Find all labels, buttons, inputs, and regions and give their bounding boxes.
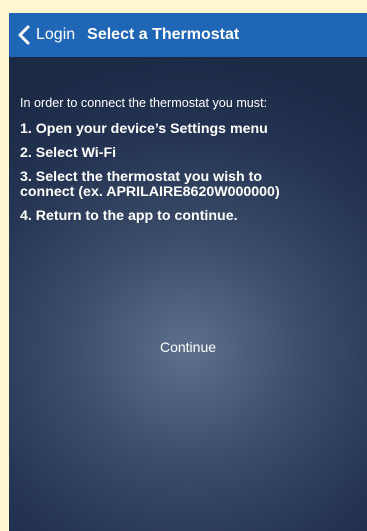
app-screen: Login Select a Thermostat In order to co…	[9, 0, 367, 531]
instruction-step-3: 3. Select the thermostat you wish to con…	[20, 169, 280, 200]
instruction-step-2: 2. Select Wi-Fi	[20, 145, 117, 161]
navigation-bar: Login Select a Thermostat	[9, 13, 367, 57]
instruction-steps: 1. Open your device’s Settings menu 2. S…	[20, 122, 367, 233]
back-button[interactable]: Login	[9, 13, 81, 57]
instruction-step-4: 4. Return to the app to continue.	[20, 208, 238, 224]
back-button-label: Login	[36, 26, 76, 43]
chevron-left-icon	[18, 25, 30, 45]
instruction-step-1: 1. Open your device’s Settings menu	[20, 121, 268, 137]
page-title: Select a Thermostat	[87, 26, 240, 43]
instructions-panel: In order to connect the thermostat you m…	[9, 57, 367, 531]
instructions-intro: In order to connect the thermostat you m…	[20, 96, 268, 110]
continue-button[interactable]: Continue	[9, 339, 367, 355]
